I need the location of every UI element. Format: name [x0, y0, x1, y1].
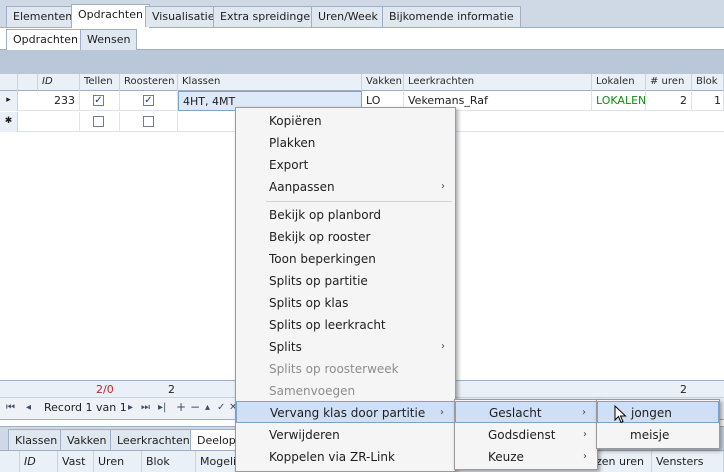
col-leerkrachten[interactable]: Leerkrachten [404, 74, 592, 91]
menu-item-samenvoegen: Samenvoegen [269, 384, 356, 398]
menu-item-toon-beperkingen[interactable]: Toon beperkingen [236, 248, 455, 270]
cell-tellen[interactable]: ✓ [80, 91, 120, 111]
chevron-right-icon: › [583, 451, 587, 462]
submenu-item-keuze[interactable]: Keuze › [455, 446, 597, 468]
submenu-item-geslacht[interactable]: Geslacht › [455, 401, 597, 423]
btab-leerkrachten[interactable]: Leerkrachten [110, 429, 197, 451]
bcol-blok[interactable]: Blok [142, 451, 196, 472]
menu-item-splits[interactable]: Splits › [236, 336, 455, 358]
row-selector-header [0, 74, 18, 91]
edit-record-icon[interactable]: ▴ [205, 402, 210, 413]
chevron-right-icon: › [441, 341, 445, 352]
post-record-icon[interactable]: ✓ [217, 402, 225, 413]
roosteren-checkbox[interactable]: ✓ [143, 95, 154, 106]
menu-label-aanpassen: Aanpassen [269, 180, 335, 194]
new-row-selector[interactable]: ✱ [0, 112, 18, 132]
bcol-vensters[interactable]: Vensters [652, 451, 724, 472]
delete-record-icon[interactable]: − [190, 400, 200, 414]
total-uren: 2 [680, 383, 687, 396]
tellen-checkbox[interactable]: ✓ [93, 95, 104, 106]
menu-item-splits-leerkracht[interactable]: Splits op leerkracht [236, 314, 455, 336]
bcol-id[interactable]: ID [20, 451, 58, 472]
tab-visualisatie[interactable]: Visualisatie [145, 6, 222, 27]
bcol-zen-uren[interactable]: zen uren [592, 451, 652, 472]
bottom-selector-header [0, 451, 20, 472]
cell-tellen-new[interactable] [80, 112, 120, 132]
roosteren-checkbox-new[interactable] [143, 116, 154, 127]
btab-klassen[interactable]: Klassen [8, 429, 65, 451]
menu-separator [266, 201, 452, 202]
submenu-item-godsdienst[interactable]: Godsdienst › [455, 424, 597, 446]
cell-uren[interactable]: 2 [646, 91, 692, 111]
menu-item-bekijk-rooster[interactable]: Bekijk op rooster [236, 226, 455, 248]
col-blok[interactable]: Blok [692, 74, 724, 91]
menu-item-koppelen[interactable]: Koppelen via ZR-Link [236, 446, 455, 468]
tab-bijkomende-informatie[interactable]: Bijkomende informatie [382, 6, 521, 27]
cell-blok[interactable]: 1 [692, 91, 724, 111]
menu-item-plakken[interactable]: Plakken [236, 132, 455, 154]
menu-item-vervang-klas[interactable]: Vervang klas door partitie › [236, 401, 455, 423]
add-record-icon[interactable]: + [176, 400, 186, 414]
bcol-vast[interactable]: Vast [58, 451, 94, 472]
last-record-icon[interactable]: ▸| [158, 402, 166, 413]
submenu-item-meisje[interactable]: meisje [597, 424, 719, 446]
tellen-checkbox-new[interactable] [93, 116, 104, 127]
group-panel [0, 50, 724, 74]
subtab-wensen[interactable]: Wensen [80, 29, 138, 50]
btab-vakken[interactable]: Vakken [60, 429, 114, 451]
menu-item-bekijk-planbord[interactable]: Bekijk op planbord [236, 204, 455, 226]
cell-roosteren[interactable]: ✓ [120, 91, 178, 111]
record-label: Record 1 van 1 [44, 401, 127, 414]
expand-header [18, 74, 38, 91]
col-klassen[interactable]: Klassen [178, 74, 362, 91]
grid-header: ID Tellen Roosteren Klassen Vakken Leerk… [0, 74, 724, 91]
submenu-label-godsdienst: Godsdienst [488, 428, 556, 442]
cell-id[interactable]: 233 [38, 91, 80, 111]
context-menu: Kopiëren Plakken Export Aanpassen › Beki… [235, 107, 456, 472]
col-uren[interactable]: # uren [646, 74, 692, 91]
cell-roosteren-new[interactable] [120, 112, 178, 132]
col-vakken[interactable]: Vakken [362, 74, 404, 91]
next-page-icon[interactable]: ⏭ [141, 402, 150, 413]
col-id[interactable]: ID [38, 74, 80, 91]
menu-item-verwijderen[interactable]: Verwijderen [236, 424, 455, 446]
chevron-right-icon: › [441, 181, 445, 192]
menu-item-export[interactable]: Export [236, 154, 455, 176]
row-selector[interactable]: ▸ [0, 91, 18, 111]
menu-item-splits-roosterweek: Splits op roosterweek [269, 362, 399, 376]
submenu-label-keuze: Keuze [488, 450, 524, 464]
col-tellen[interactable]: Tellen [80, 74, 120, 91]
next-record-icon[interactable]: ▸ [128, 402, 133, 413]
menu-label-splits: Splits [269, 340, 302, 354]
submenu-label-geslacht: Geslacht [489, 406, 542, 420]
bcol-mogelijk[interactable]: Mogelijk [196, 451, 236, 472]
menu-item-kopieren[interactable]: Kopiëren [236, 110, 455, 132]
menu-label-vervang-klas: Vervang klas door partitie [270, 406, 426, 420]
first-record-icon[interactable]: ⏮ [6, 402, 15, 413]
chevron-right-icon: › [583, 429, 587, 440]
tab-extra-spreidingen[interactable]: Extra spreidingen [213, 6, 325, 27]
menu-item-splits-klas[interactable]: Splits op klas [236, 292, 455, 314]
tab-opdrachten[interactable]: Opdrachten [71, 4, 150, 29]
menu-item-aanpassen[interactable]: Aanpassen › [236, 176, 455, 198]
col-roosteren[interactable]: Roosteren [120, 74, 178, 91]
menu-item-splits-partitie[interactable]: Splits op partitie [236, 270, 455, 292]
chevron-right-icon: › [440, 407, 444, 418]
tab-uren-week[interactable]: Uren/Week [311, 6, 385, 27]
bcol-uren[interactable]: Uren [94, 451, 142, 472]
total-tellen: 2/0 [96, 383, 114, 396]
sub-tabstrip: Opdrachten Wensen [0, 28, 724, 51]
subtab-opdrachten[interactable]: Opdrachten [6, 29, 85, 51]
col-lokalen[interactable]: Lokalen [592, 74, 646, 91]
total-roosteren: 2 [168, 383, 175, 396]
chevron-right-icon: › [582, 407, 586, 418]
submenu-partitie: Geslacht › Godsdienst › Keuze › [454, 399, 598, 470]
mouse-cursor-icon [614, 405, 627, 424]
tab-elementen[interactable]: Elementen [6, 6, 80, 27]
main-tabstrip: Elementen Opdrachten Visualisatie Extra … [0, 0, 724, 29]
cell-id-new[interactable] [38, 112, 80, 132]
prev-record-icon[interactable]: ◂ [26, 402, 31, 413]
cell-lokalen[interactable]: LOKALEN [592, 91, 646, 111]
